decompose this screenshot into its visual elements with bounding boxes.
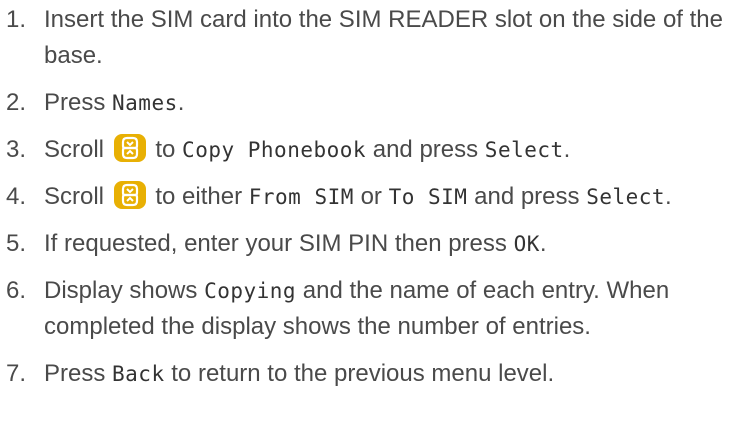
step-number: 6.	[6, 277, 27, 304]
step-number: 4.	[6, 183, 27, 210]
step-number: 5.	[6, 230, 27, 257]
step-text: Scroll	[44, 183, 111, 210]
step-text: .	[665, 183, 672, 210]
step-text: to either	[148, 183, 249, 210]
display-text-select: Select	[484, 138, 564, 162]
instruction-list: 1. Insert the SIM card into the SIM READ…	[0, 0, 751, 392]
scroll-key-icon	[113, 133, 147, 163]
step-text: or	[353, 183, 389, 210]
display-text-from-sim: From SIM	[248, 185, 354, 209]
display-text-back: Back	[112, 362, 165, 386]
display-text-copy-phonebook: Copy Phonebook	[182, 138, 367, 162]
step-text: Insert the SIM card into the SIM READER …	[44, 6, 723, 69]
step-4: 4. Scroll to either From SIM or To SIM a…	[0, 179, 751, 215]
display-text-select: Select	[586, 185, 666, 209]
step-2: 2. Press Names.	[0, 85, 751, 121]
step-text: .	[539, 230, 547, 257]
step-text: If requested, enter your SIM PIN then pr…	[44, 230, 514, 257]
step-text: to return to the previous menu level.	[164, 360, 555, 387]
step-text: .	[177, 89, 185, 116]
step-text: Display shows	[44, 277, 205, 304]
step-3: 3. Scroll to Copy Phonebook and press Se…	[0, 132, 751, 168]
step-text: and press	[366, 136, 485, 163]
step-text: and press	[467, 183, 587, 210]
step-text: Press	[44, 360, 113, 387]
step-number: 2.	[6, 89, 27, 116]
step-number: 7.	[6, 360, 27, 387]
step-7: 7. Press Back to return to the previous …	[0, 356, 751, 392]
display-text-names: Names	[112, 91, 178, 115]
display-text-copying: Copying	[204, 279, 297, 303]
step-number: 3.	[6, 136, 27, 163]
step-text: Press	[44, 89, 113, 116]
step-number: 1.	[6, 6, 27, 33]
step-text: to	[148, 136, 183, 163]
display-text-to-sim: To SIM	[388, 185, 468, 209]
step-1: 1. Insert the SIM card into the SIM READ…	[0, 2, 751, 74]
display-text-ok: OK	[513, 232, 540, 256]
step-6: 6. Display shows Copying and the name of…	[0, 273, 751, 345]
step-5: 5. If requested, enter your SIM PIN then…	[0, 226, 751, 262]
step-text: Scroll	[44, 136, 111, 163]
step-text: .	[563, 136, 571, 163]
scroll-key-icon	[113, 180, 147, 210]
